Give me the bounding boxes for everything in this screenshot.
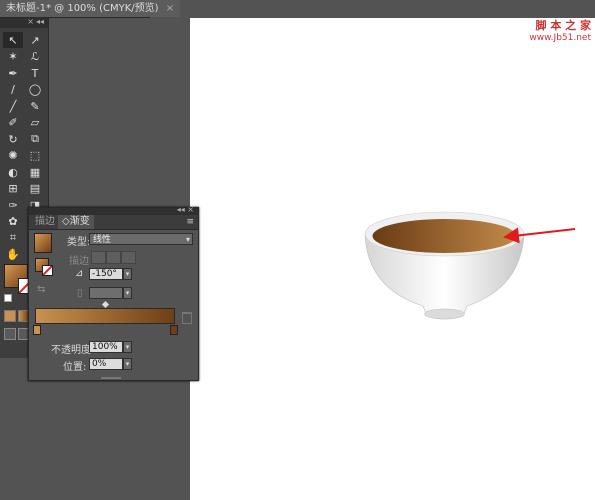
free-transform-tool-icon[interactable]: ⬚ bbox=[25, 148, 45, 164]
collapse-icon[interactable]: ◂◂ bbox=[36, 17, 44, 26]
gradient-type-value: 线性 bbox=[93, 235, 112, 245]
lasso-tool-icon[interactable]: ℒ bbox=[25, 49, 45, 65]
gradient-stop-start[interactable] bbox=[33, 325, 41, 335]
gradient-panel-titlebar[interactable]: ◂◂ × bbox=[29, 205, 198, 215]
angle-dropdown[interactable]: ▾ bbox=[123, 268, 132, 280]
gradient-stop-end[interactable] bbox=[170, 325, 178, 335]
aspect-ratio-input[interactable] bbox=[89, 287, 123, 299]
blob-brush-tool-icon[interactable]: ✐ bbox=[3, 115, 23, 131]
magic-wand-tool-icon[interactable]: ✶ bbox=[3, 49, 23, 65]
aspect-ratio-icon: ▯ bbox=[77, 288, 83, 299]
ellipse-tool-icon[interactable]: ◯ bbox=[25, 82, 45, 98]
stroke-label: 描边 bbox=[69, 256, 89, 267]
panel-controls[interactable]: ◂◂ × bbox=[177, 205, 194, 214]
location-label: 位置: bbox=[63, 362, 87, 373]
arrow-to-bowl bbox=[503, 227, 576, 244]
perspective-grid-tool-icon[interactable]: ▦ bbox=[25, 164, 45, 180]
default-colors-icon[interactable] bbox=[4, 294, 12, 302]
opacity-label: 不透明度: bbox=[51, 345, 95, 356]
angle-input[interactable]: -150° bbox=[89, 268, 123, 280]
gradient-panel: ◂◂ × 描边 ◇渐变 ≡ 类型: 线性 ▾ 描边 ⊿ -150° ▾ ⇆ ▯ … bbox=[28, 205, 199, 381]
gradient-preview-swatch[interactable] bbox=[34, 233, 52, 253]
hand-tool-icon[interactable]: ✋ bbox=[3, 247, 23, 263]
eraser-tool-icon[interactable]: ▱ bbox=[25, 115, 45, 131]
mini-stroke-swatch[interactable] bbox=[42, 265, 53, 276]
type-tool-icon[interactable]: T bbox=[25, 65, 45, 81]
eyedropper-tool-icon[interactable]: ✑ bbox=[3, 197, 23, 213]
stroke-gradient-across-button[interactable] bbox=[121, 251, 136, 264]
aspect-ratio-dropdown[interactable]: ▾ bbox=[123, 287, 132, 299]
rotate-tool-icon[interactable]: ↻ bbox=[3, 131, 23, 147]
line-segment-tool-icon[interactable]: / bbox=[3, 82, 23, 98]
angle-icon: ⊿ bbox=[75, 268, 84, 279]
symbol-sprayer-tool-icon[interactable]: ✿ bbox=[3, 214, 23, 230]
gradient-type-select[interactable]: 线性 ▾ bbox=[89, 233, 193, 245]
panel-resize-handle[interactable] bbox=[101, 377, 121, 379]
gradient-ramp[interactable] bbox=[35, 308, 175, 324]
pencil-tool-icon[interactable]: ✎ bbox=[25, 98, 45, 114]
tab-stroke[interactable]: 描边 bbox=[31, 215, 59, 229]
delete-stop-icon[interactable] bbox=[182, 312, 192, 324]
mini-fill-stroke[interactable] bbox=[35, 258, 57, 278]
stroke-gradient-within-button[interactable] bbox=[91, 251, 106, 264]
direct-selection-tool-icon[interactable]: ↗ bbox=[25, 32, 45, 48]
paintbrush-tool-icon[interactable]: ╱ bbox=[3, 98, 23, 114]
location-dropdown[interactable]: ▾ bbox=[123, 358, 132, 370]
tab-gradient[interactable]: ◇渐变 bbox=[58, 215, 94, 229]
tools-panel-header[interactable]: × ◂◂ bbox=[0, 17, 48, 28]
selection-tool-icon[interactable]: ↖ bbox=[3, 32, 23, 48]
color-mode-row bbox=[4, 310, 30, 322]
artboard-tool-icon[interactable]: ⌗ bbox=[3, 230, 23, 246]
drawing-mode-row bbox=[4, 328, 30, 340]
gradient-tool-icon[interactable]: ▤ bbox=[25, 181, 45, 197]
opacity-dropdown[interactable]: ▾ bbox=[123, 341, 132, 353]
gradient-midpoint[interactable] bbox=[101, 300, 110, 309]
reverse-gradient-icon[interactable]: ⇆ bbox=[37, 284, 45, 295]
close-icon[interactable]: × bbox=[27, 17, 34, 26]
gradient-panel-tabs: 描边 ◇渐变 ≡ bbox=[29, 215, 198, 230]
color-mode-button[interactable] bbox=[4, 310, 16, 322]
opacity-input[interactable]: 100% bbox=[89, 341, 123, 353]
type-label: 类型: bbox=[67, 237, 91, 248]
draw-normal-button[interactable] bbox=[4, 328, 16, 340]
pen-tool-icon[interactable]: ✒ bbox=[3, 65, 23, 81]
warp-tool-icon[interactable]: ✺ bbox=[3, 148, 23, 164]
stroke-gradient-along-button[interactable] bbox=[106, 251, 121, 264]
mesh-tool-icon[interactable]: ⊞ bbox=[3, 181, 23, 197]
location-input[interactable]: 0% bbox=[89, 358, 123, 370]
panel-menu-icon[interactable]: ≡ bbox=[186, 217, 194, 227]
chevron-down-icon: ▾ bbox=[185, 235, 190, 244]
scale-tool-icon[interactable]: ⧉ bbox=[25, 131, 45, 147]
shape-builder-tool-icon[interactable]: ◐ bbox=[3, 164, 23, 180]
